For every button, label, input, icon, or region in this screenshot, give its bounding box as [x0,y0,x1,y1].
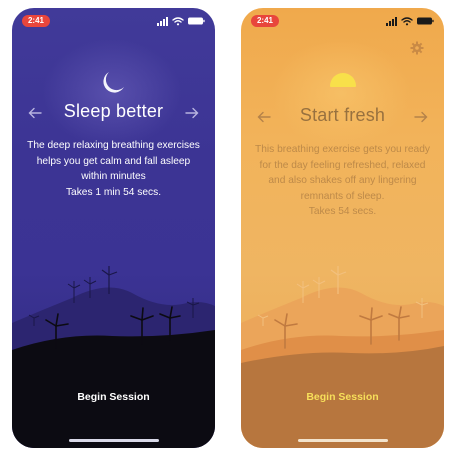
sleep-screen: 2:41 Sleep better The deep relaxing brea… [12,8,215,448]
battery-icon [417,17,432,25]
status-bar: 2:41 [12,8,215,34]
status-time: 2:41 [22,15,50,27]
home-indicator[interactable] [298,439,388,442]
wifi-icon [172,17,184,23]
arrow-right-icon[interactable] [414,111,428,123]
sun-icon [330,73,356,87]
arrow-right-icon[interactable] [185,107,199,119]
fresh-screen: 2:41 Start fresh This breathing exercise… [241,8,444,448]
signal-icon [157,17,168,26]
status-icons [157,17,205,26]
battery-icon [188,17,203,25]
signal-icon [386,17,397,26]
begin-session-button[interactable]: Begin Session [12,388,215,406]
wifi-icon [401,17,413,23]
moon-icon [103,72,124,93]
sun-glow [271,38,411,148]
landscape-illustration [12,266,215,448]
screen-description: This breathing exercise gets you ready f… [255,142,430,220]
status-icons [386,17,434,26]
status-bar: 2:41 [241,8,444,34]
description-text: This breathing exercise gets you ready f… [255,144,430,202]
duration-text: Takes 54 secs. [308,206,377,217]
description-text: The deep relaxing breathing exercises he… [27,140,200,182]
begin-session-button[interactable]: Begin Session [241,388,444,406]
landscape-illustration [241,266,444,448]
home-indicator[interactable] [69,439,159,442]
gear-icon[interactable] [410,41,424,55]
status-time: 2:41 [251,15,279,27]
duration-text: Takes 1 min 54 secs. [65,186,162,198]
screen-description: The deep relaxing breathing exercises he… [26,138,201,200]
